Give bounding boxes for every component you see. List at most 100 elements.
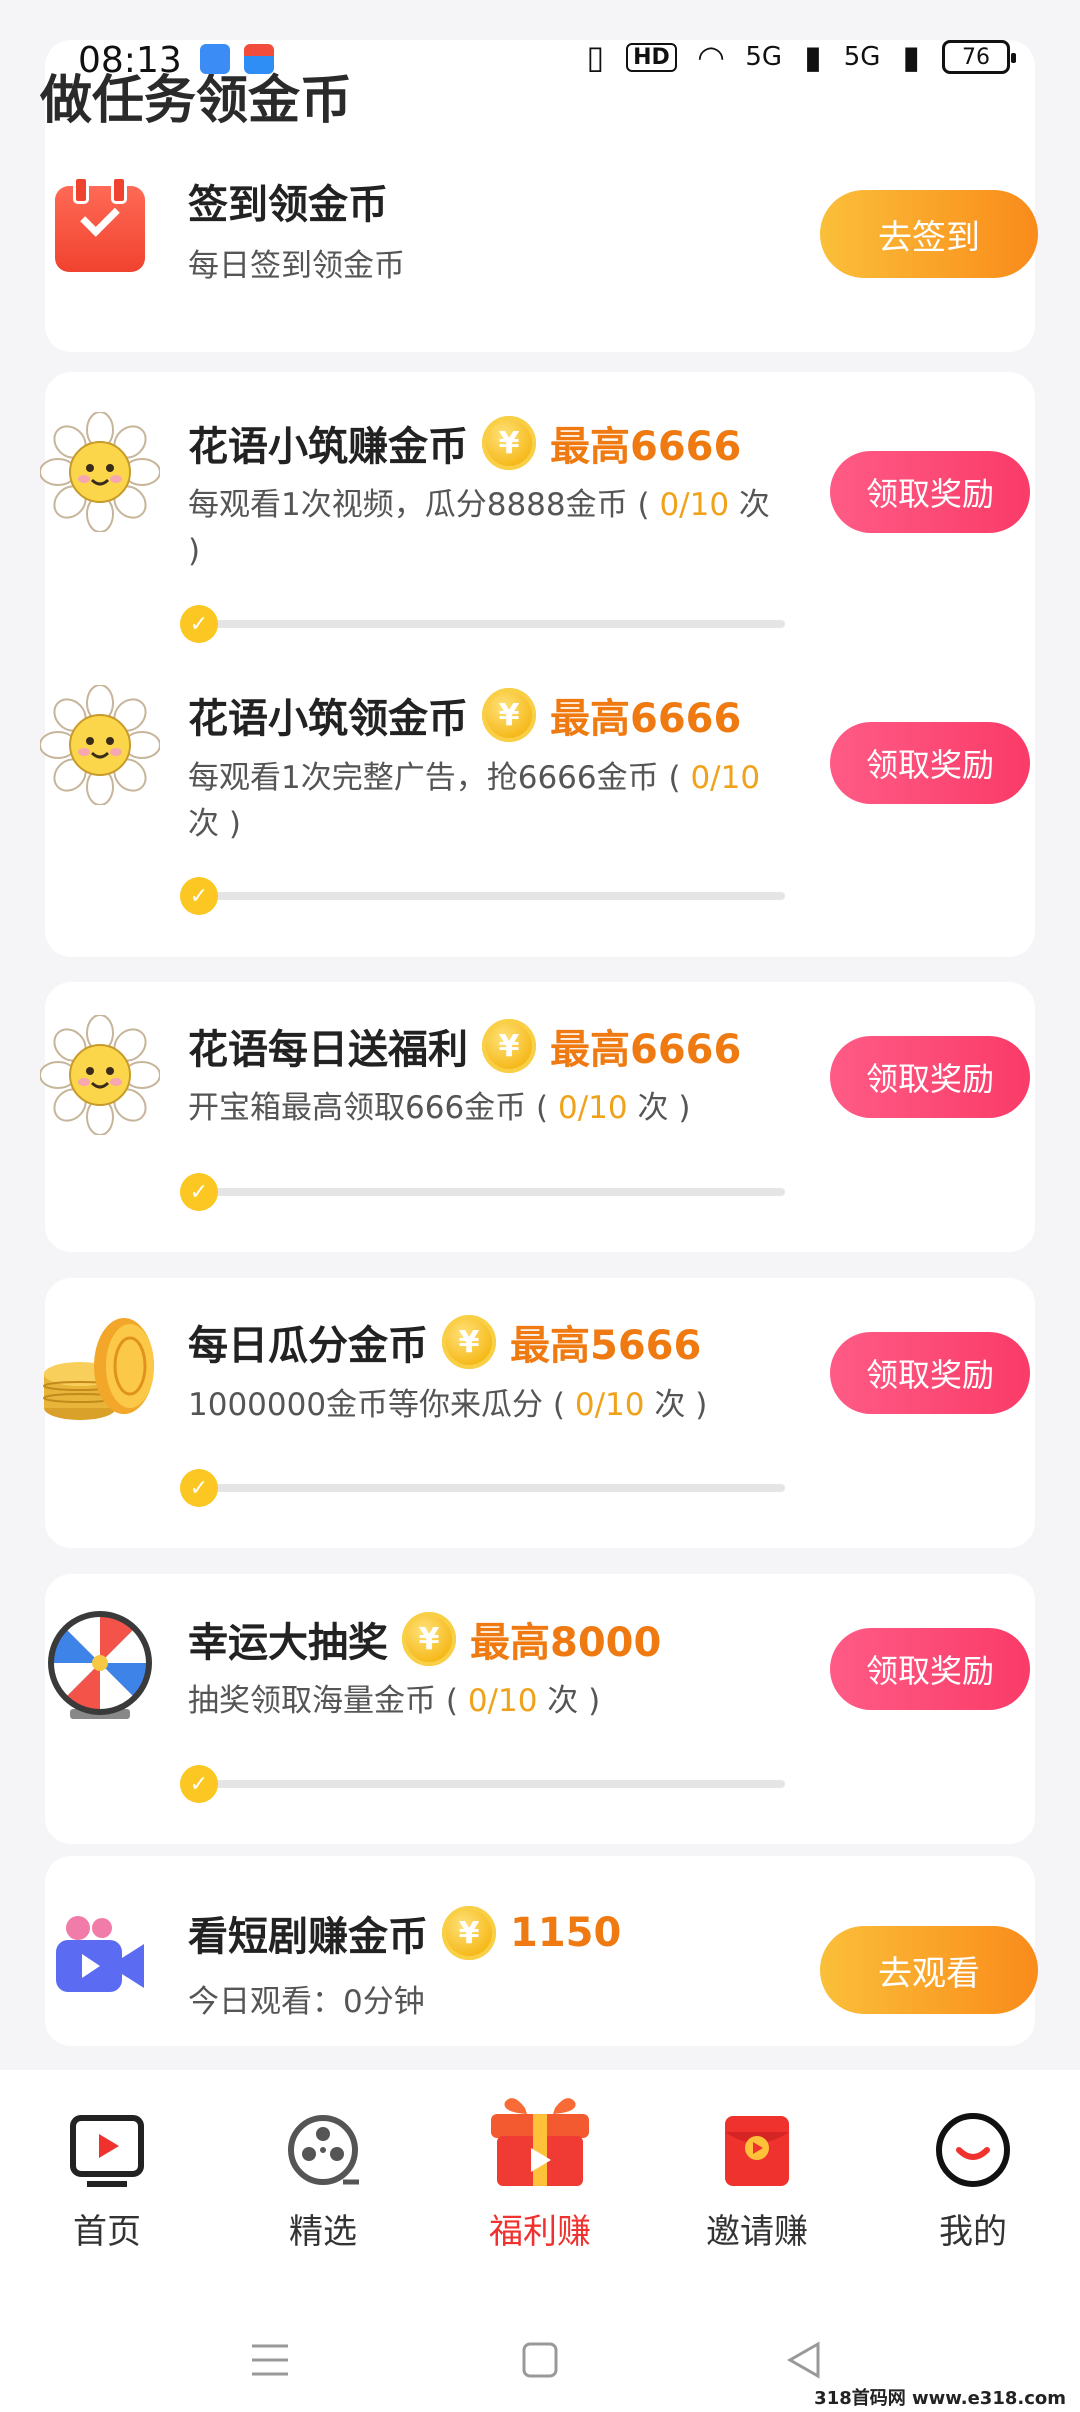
coin-icon: ¥: [482, 1019, 536, 1073]
progress-coin-icon: ✓: [180, 1173, 218, 1211]
task-progress-count: 0/10: [690, 760, 761, 796]
progress-coin-icon: ✓: [180, 605, 218, 643]
task-desc-text: 抽奖领取海量金币 (: [188, 1683, 458, 1719]
smile-face-icon: [936, 2113, 1010, 2187]
task-desc-suffix: 次 ): [188, 806, 241, 842]
status-time: 08:13: [78, 40, 182, 81]
signal-5g-label: 5G: [745, 42, 783, 72]
claim-reward-button[interactable]: 领取奖励: [830, 1332, 1030, 1414]
task-title-row: 花语每日送福利 ¥ 最高6666: [188, 1017, 741, 1075]
watch-button[interactable]: 去观看: [820, 1926, 1038, 2014]
bottom-nav: 首页 精选 福利赚 邀请赚 我的: [0, 2070, 1080, 2300]
task-desc-text: 1000000金币等你来瓜分 (: [188, 1387, 566, 1423]
task-max-reward: 最高6666: [550, 1027, 742, 1073]
task-progress-bar: [200, 620, 785, 628]
claim-reward-button[interactable]: 领取奖励: [830, 451, 1030, 533]
task-desc: 抽奖领取海量金币 ( 0/10 次 ): [188, 1678, 788, 1724]
task-desc-text: 每观看1次完整广告，抢6666金币 (: [188, 760, 681, 796]
task-progress-bar: [200, 1780, 785, 1788]
film-reel-icon: [288, 2115, 359, 2185]
task-title: 每日瓜分金币: [188, 1323, 428, 1369]
task-progress-count: 0/10: [574, 1387, 645, 1423]
notification-app-icon: [244, 44, 274, 74]
battery-icon: 76: [942, 40, 1016, 74]
task-progress-bar: [200, 1188, 785, 1196]
signal-icon: ▮: [804, 38, 822, 76]
coin-icon: ¥: [402, 1612, 456, 1666]
notification-app-icon: [200, 44, 230, 74]
task-progress-count: 0/10: [467, 1683, 538, 1719]
signin-title: 签到领金币: [188, 182, 388, 228]
task-max-reward: 最高5666: [510, 1323, 702, 1369]
task-max-reward: 最高8000: [470, 1620, 662, 1666]
flower-mascot-icon: [40, 1015, 160, 1135]
coin-icon: ¥: [482, 688, 536, 742]
task-title: 幸运大抽奖: [188, 1620, 388, 1666]
nav-label-invite: 邀请赚: [706, 2212, 808, 2252]
nav-item-invite[interactable]: 邀请赚: [672, 2110, 842, 2253]
claim-reward-button[interactable]: 领取奖励: [830, 1628, 1030, 1710]
menu-icon[interactable]: [250, 2340, 290, 2380]
nav-label-home: 首页: [73, 2212, 141, 2252]
task-desc: 开宝箱最高领取666金币 ( 0/10 次 ): [188, 1085, 788, 1131]
claim-reward-button[interactable]: 领取奖励: [830, 1036, 1030, 1118]
coin-icon: ¥: [482, 416, 536, 470]
system-nav-bar: 318首码网 www.e318.com: [0, 2300, 1080, 2412]
back-triangle-icon[interactable]: [784, 2340, 824, 2380]
watermark: 318首码网 www.e318.com: [808, 2382, 1072, 2412]
task-desc: 每观看1次完整广告，抢6666金币 ( 0/10 次 ): [188, 755, 788, 847]
home-square-icon[interactable]: [520, 2340, 560, 2380]
signin-button[interactable]: 去签到: [820, 190, 1038, 278]
task-desc-suffix: 次 ): [547, 1683, 601, 1719]
vibrate-icon: ▯: [586, 38, 605, 76]
hd-icon: HD: [626, 42, 677, 72]
battery-level: 76: [962, 44, 990, 70]
task-progress-count: 0/10: [557, 1090, 628, 1126]
task-progress-bar: [200, 1484, 785, 1492]
signal-5g-label-2: 5G: [843, 42, 881, 72]
task-max-reward: 最高6666: [550, 696, 742, 742]
calendar-check-icon: [55, 176, 145, 272]
nav-item-rewards[interactable]: 福利赚: [455, 2090, 625, 2253]
nav-label-featured: 精选: [289, 2212, 357, 2252]
status-right: ▯ HD ◠ 5G ▮ 5G ▮ 76: [586, 38, 1016, 76]
nav-item-featured[interactable]: 精选: [238, 2110, 408, 2253]
task-title-row: 每日瓜分金币 ¥ 最高5666: [188, 1313, 701, 1371]
task-max-reward: 最高6666: [550, 424, 742, 470]
drama-desc: 今日观看：0分钟: [188, 1984, 425, 2020]
task-progress-bar: [200, 892, 785, 900]
nav-label-profile: 我的: [939, 2212, 1007, 2252]
prize-wheel-icon: [48, 1611, 152, 1719]
task-desc: 每观看1次视频，瓜分8888金币 ( 0/10 次 ): [188, 482, 788, 574]
task-title: 花语小筑赚金币: [188, 424, 468, 470]
nav-item-home[interactable]: 首页: [22, 2110, 192, 2253]
task-title-row: 花语小筑赚金币 ¥ 最高6666: [188, 414, 741, 472]
status-bar: 08:13 ▯ HD ◠ 5G ▮ 5G ▮ 76: [0, 0, 1080, 110]
progress-coin-icon: ✓: [180, 1765, 218, 1803]
task-title: 花语每日送福利: [188, 1027, 468, 1073]
nav-item-profile[interactable]: 我的: [888, 2110, 1058, 2253]
task-desc-text: 每观看1次视频，瓜分8888金币 (: [188, 487, 650, 523]
signin-desc: 每日签到领金币: [188, 248, 405, 284]
task-title-row: 花语小筑领金币 ¥ 最高6666: [188, 686, 741, 744]
tv-play-icon: [70, 2115, 144, 2187]
task-title-row: 幸运大抽奖 ¥ 最高8000: [188, 1610, 661, 1668]
task-desc: 1000000金币等你来瓜分 ( 0/10 次 ): [188, 1382, 788, 1428]
gift-box-icon: [491, 2098, 589, 2186]
flower-mascot-icon: [40, 685, 160, 805]
coin-icon: ¥: [442, 1906, 496, 1960]
gold-coins-icon: [43, 1318, 154, 1420]
video-camera-icon: [56, 1916, 144, 1992]
nav-label-rewards: 福利赚: [489, 2212, 591, 2252]
task-desc-suffix: 次 ): [654, 1387, 708, 1423]
progress-coin-icon: ✓: [180, 1469, 218, 1507]
flower-mascot-icon: [40, 412, 160, 532]
red-envelope-icon: [725, 2116, 789, 2186]
task-progress-count: 0/10: [659, 487, 730, 523]
coin-icon: ¥: [442, 1315, 496, 1369]
notification-icons: [200, 44, 274, 74]
wifi-icon: ◠: [698, 38, 724, 76]
signal-icon-2: ▮: [902, 38, 920, 76]
claim-reward-button[interactable]: 领取奖励: [830, 722, 1030, 804]
progress-coin-icon: ✓: [180, 877, 218, 915]
